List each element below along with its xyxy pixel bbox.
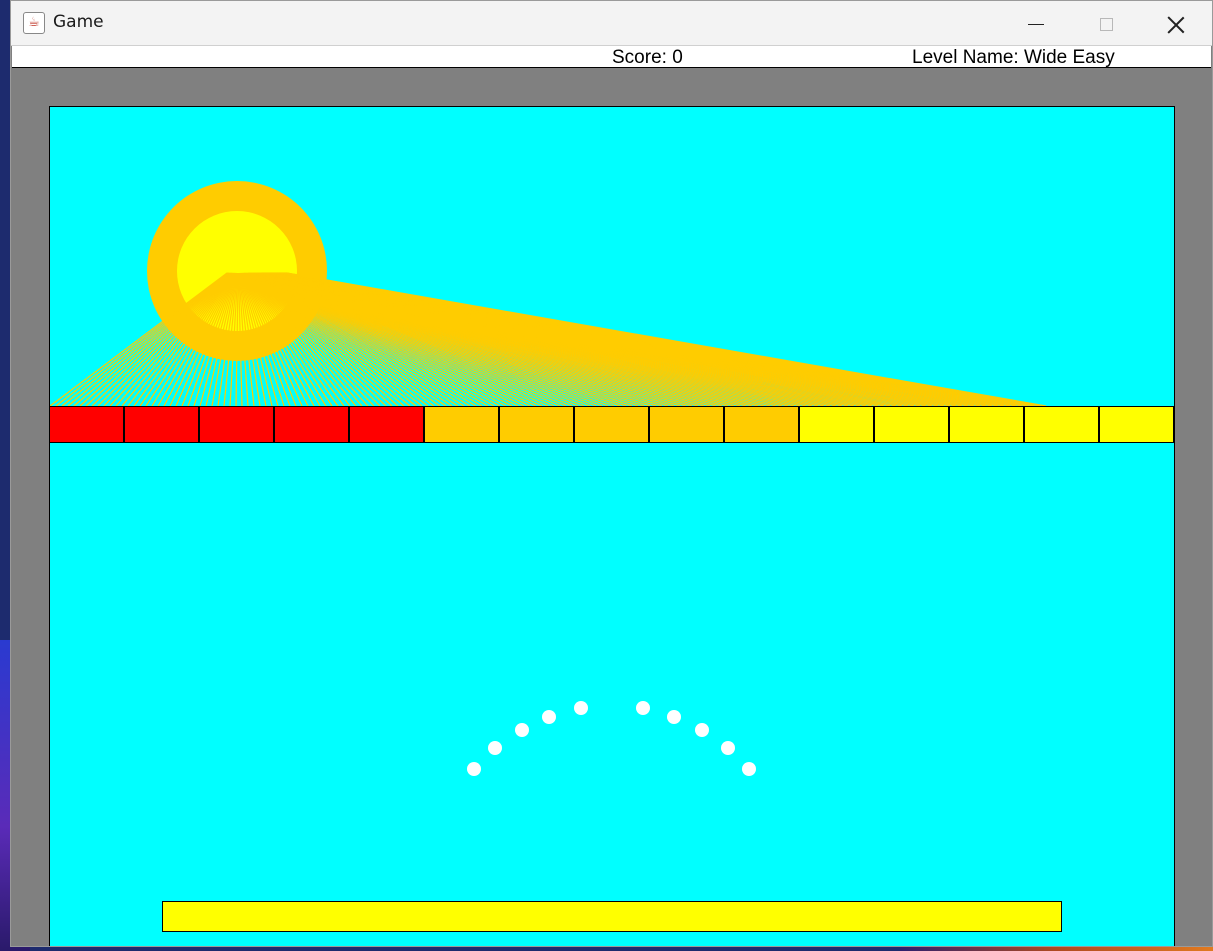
close-button[interactable]	[1141, 1, 1211, 45]
brick	[1024, 406, 1099, 443]
brick	[499, 406, 574, 443]
ball	[695, 723, 709, 737]
brick	[724, 406, 799, 443]
brick	[874, 406, 949, 443]
paddle[interactable]	[162, 901, 1062, 932]
minimize-button[interactable]	[1001, 1, 1071, 45]
brick	[1099, 406, 1174, 443]
brick	[424, 406, 499, 443]
hud-bar: Score: 0 Level Name: Wide Easy	[12, 46, 1211, 68]
java-cup-icon[interactable]: ☕	[23, 12, 45, 34]
close-icon	[1167, 16, 1185, 34]
window-title: Game	[53, 12, 104, 32]
score-label: Score: 0	[612, 47, 683, 68]
ball	[721, 741, 735, 755]
ball	[488, 741, 502, 755]
brick	[949, 406, 1024, 443]
ball	[742, 762, 756, 776]
brick	[124, 406, 199, 443]
brick	[574, 406, 649, 443]
brick	[50, 406, 124, 443]
brick-row	[50, 406, 1174, 444]
ball	[467, 762, 481, 776]
ball	[667, 710, 681, 724]
brick	[199, 406, 274, 443]
game-canvas[interactable]	[49, 106, 1175, 946]
maximize-icon	[1099, 18, 1113, 31]
game-window: ☕ Game Score: 0 Level Name: Wide Easy	[10, 0, 1213, 947]
title-bar[interactable]: ☕ Game	[11, 1, 1212, 46]
level-name-label: Level Name: Wide Easy	[912, 47, 1115, 68]
brick	[799, 406, 874, 443]
ball	[636, 701, 650, 715]
brick	[649, 406, 724, 443]
brick	[349, 406, 424, 443]
ball	[574, 701, 588, 715]
ball	[542, 710, 556, 724]
maximize-button[interactable]	[1071, 1, 1141, 45]
brick	[274, 406, 349, 443]
sun-scene	[50, 181, 1047, 407]
minimize-icon	[1028, 23, 1044, 26]
ball	[515, 723, 529, 737]
